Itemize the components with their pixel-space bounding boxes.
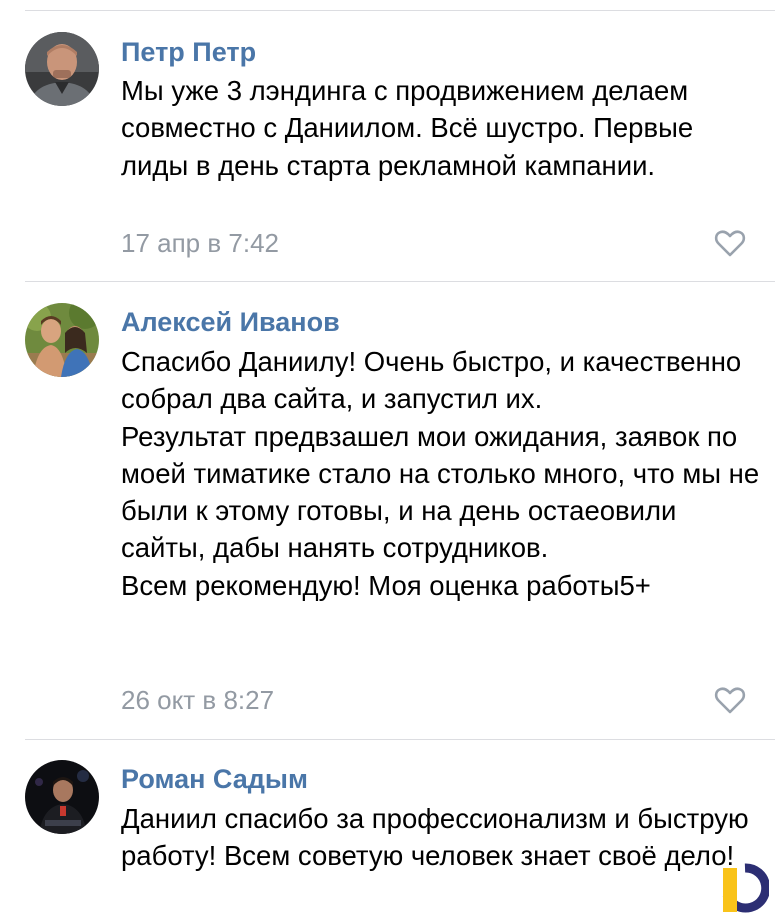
avatar[interactable] bbox=[25, 303, 99, 377]
comment-paragraph: Результат предвзашел мои ожидания, заяво… bbox=[121, 420, 760, 564]
author-name[interactable]: Петр Петр bbox=[121, 36, 256, 68]
comment-date[interactable]: 17 апр в 7:42 bbox=[121, 227, 279, 259]
comment-paragraph: Мы уже 3 лэндинга с продвижением делаем … bbox=[121, 75, 694, 181]
comment-paragraph: Всем рекомендую! Моя оценка работы5+ bbox=[121, 569, 651, 601]
author-name[interactable]: Алексей Иванов bbox=[121, 306, 340, 338]
comment-text: Даниил спасибо за профессионализм и быст… bbox=[121, 800, 761, 875]
brand-logo-icon bbox=[722, 863, 769, 913]
comments-feed: Петр Петр Мы уже 3 лэндинга с продвижени… bbox=[0, 0, 775, 920]
divider bbox=[25, 10, 775, 11]
avatar[interactable] bbox=[25, 760, 99, 834]
avatar[interactable] bbox=[25, 32, 99, 106]
comment-paragraph: Спасибо Даниилу! Очень быстро, и качеств… bbox=[121, 346, 742, 415]
comment-text: Мы уже 3 лэндинга с продвижением делаем … bbox=[121, 72, 761, 184]
heart-outline-icon[interactable] bbox=[714, 229, 746, 257]
comment-paragraph: Даниил спасибо за профессионализм и быст… bbox=[121, 803, 749, 872]
author-name[interactable]: Роман Садым bbox=[121, 763, 308, 795]
divider bbox=[25, 281, 775, 282]
divider bbox=[25, 739, 775, 740]
heart-outline-icon[interactable] bbox=[714, 686, 746, 714]
comment-date[interactable]: 26 окт в 8:27 bbox=[121, 684, 274, 716]
comment-text: Спасибо Даниилу! Очень быстро, и качеств… bbox=[121, 343, 761, 604]
